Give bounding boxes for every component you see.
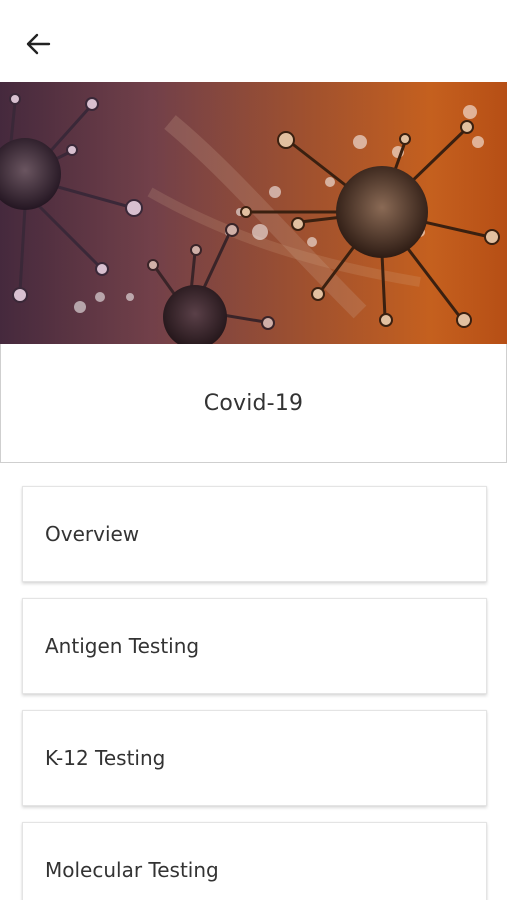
back-button[interactable] [18, 24, 58, 64]
menu-item-overview[interactable]: Overview [22, 486, 487, 582]
virus-illustration [0, 82, 507, 344]
page-title: Covid-19 [203, 390, 304, 416]
menu-list: Overview Antigen Testing K-12 Testing Mo… [22, 486, 487, 900]
menu-item-label: Antigen Testing [45, 634, 200, 658]
title-card: Covid-19 [0, 344, 507, 463]
menu-item-molecular-testing[interactable]: Molecular Testing [22, 822, 487, 900]
arrow-left-icon [26, 33, 51, 55]
menu-item-antigen-testing[interactable]: Antigen Testing [22, 598, 487, 694]
hero-image [0, 82, 507, 344]
menu-item-label: K-12 Testing [45, 746, 166, 770]
app-screen: Covid-19 Overview Antigen Testing K-12 T… [0, 0, 507, 900]
top-bar [0, 0, 507, 82]
menu-item-label: Molecular Testing [45, 858, 219, 882]
menu-item-k12-testing[interactable]: K-12 Testing [22, 710, 487, 806]
menu-item-label: Overview [45, 522, 140, 546]
